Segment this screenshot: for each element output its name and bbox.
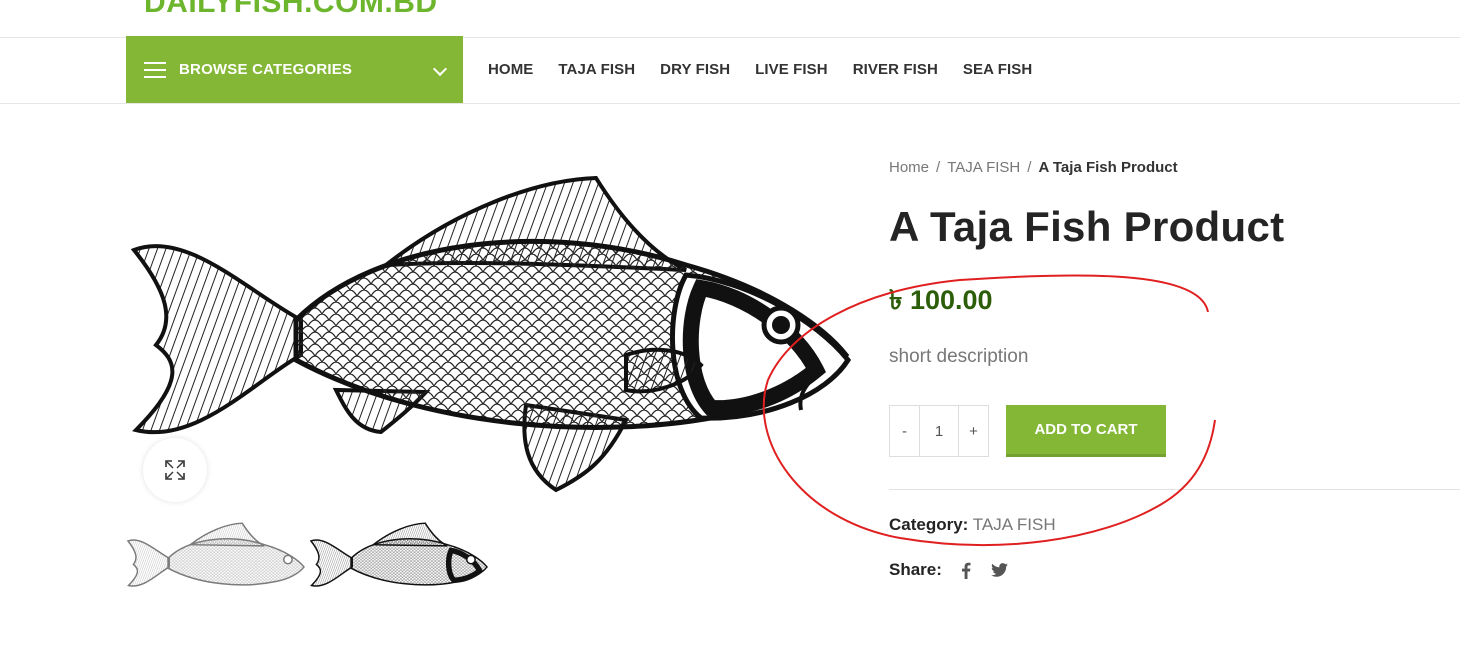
site-logo[interactable]: DAILYFISH.COM.BD [144,0,438,20]
add-to-cart-button[interactable]: ADD TO CART [1006,405,1166,457]
zoom-button[interactable] [143,438,207,502]
category-link[interactable]: TAJA FISH [973,515,1056,534]
breadcrumb-category[interactable]: TAJA FISH [947,159,1020,176]
share-section: Share: [889,560,1010,580]
facebook-icon[interactable] [956,560,976,580]
breadcrumb: Home / TAJA FISH / A Taja Fish Product [889,159,1178,176]
breadcrumb-current: A Taja Fish Product [1038,159,1178,176]
twitter-icon[interactable] [990,560,1010,580]
main-menu: HOME TAJA FISH DRY FISH LIVE FISH RIVER … [488,61,1057,78]
quantity-increase-button[interactable]: + [959,406,988,456]
breadcrumb-separator: / [936,159,941,176]
menu-item-live-fish[interactable]: LIVE FISH [755,61,828,78]
quantity-stepper: - 1 + [889,405,989,457]
menu-item-dry-fish[interactable]: DRY FISH [660,61,730,78]
quantity-input[interactable]: 1 [919,406,959,456]
breadcrumb-home[interactable]: Home [889,159,929,176]
product-thumbnail[interactable] [309,520,489,604]
category-label: Category: [889,515,969,534]
product-price: ৳ 100.00 [889,285,993,315]
meta-divider [889,489,1460,490]
browse-categories-button[interactable]: BROWSE CATEGORIES [126,36,463,103]
expand-icon [165,460,185,480]
menu-item-sea-fish[interactable]: SEA FISH [963,61,1032,78]
browse-categories-label: BROWSE CATEGORIES [179,61,353,78]
share-label: Share: [889,560,942,579]
menu-item-taja-fish[interactable]: TAJA FISH [558,61,635,78]
menu-item-river-fish[interactable]: RIVER FISH [853,61,938,78]
menu-item-home[interactable]: HOME [488,61,533,78]
product-thumbnail[interactable] [126,520,306,604]
short-description: short description [889,346,1029,367]
product-main-image[interactable] [126,170,854,500]
quantity-decrease-button[interactable]: - [890,406,919,456]
hamburger-icon [144,61,166,78]
product-title: A Taja Fish Product [889,203,1285,250]
breadcrumb-separator: / [1027,159,1032,176]
product-category: Category: TAJA FISH [889,515,1056,535]
chevron-down-icon [432,61,448,77]
